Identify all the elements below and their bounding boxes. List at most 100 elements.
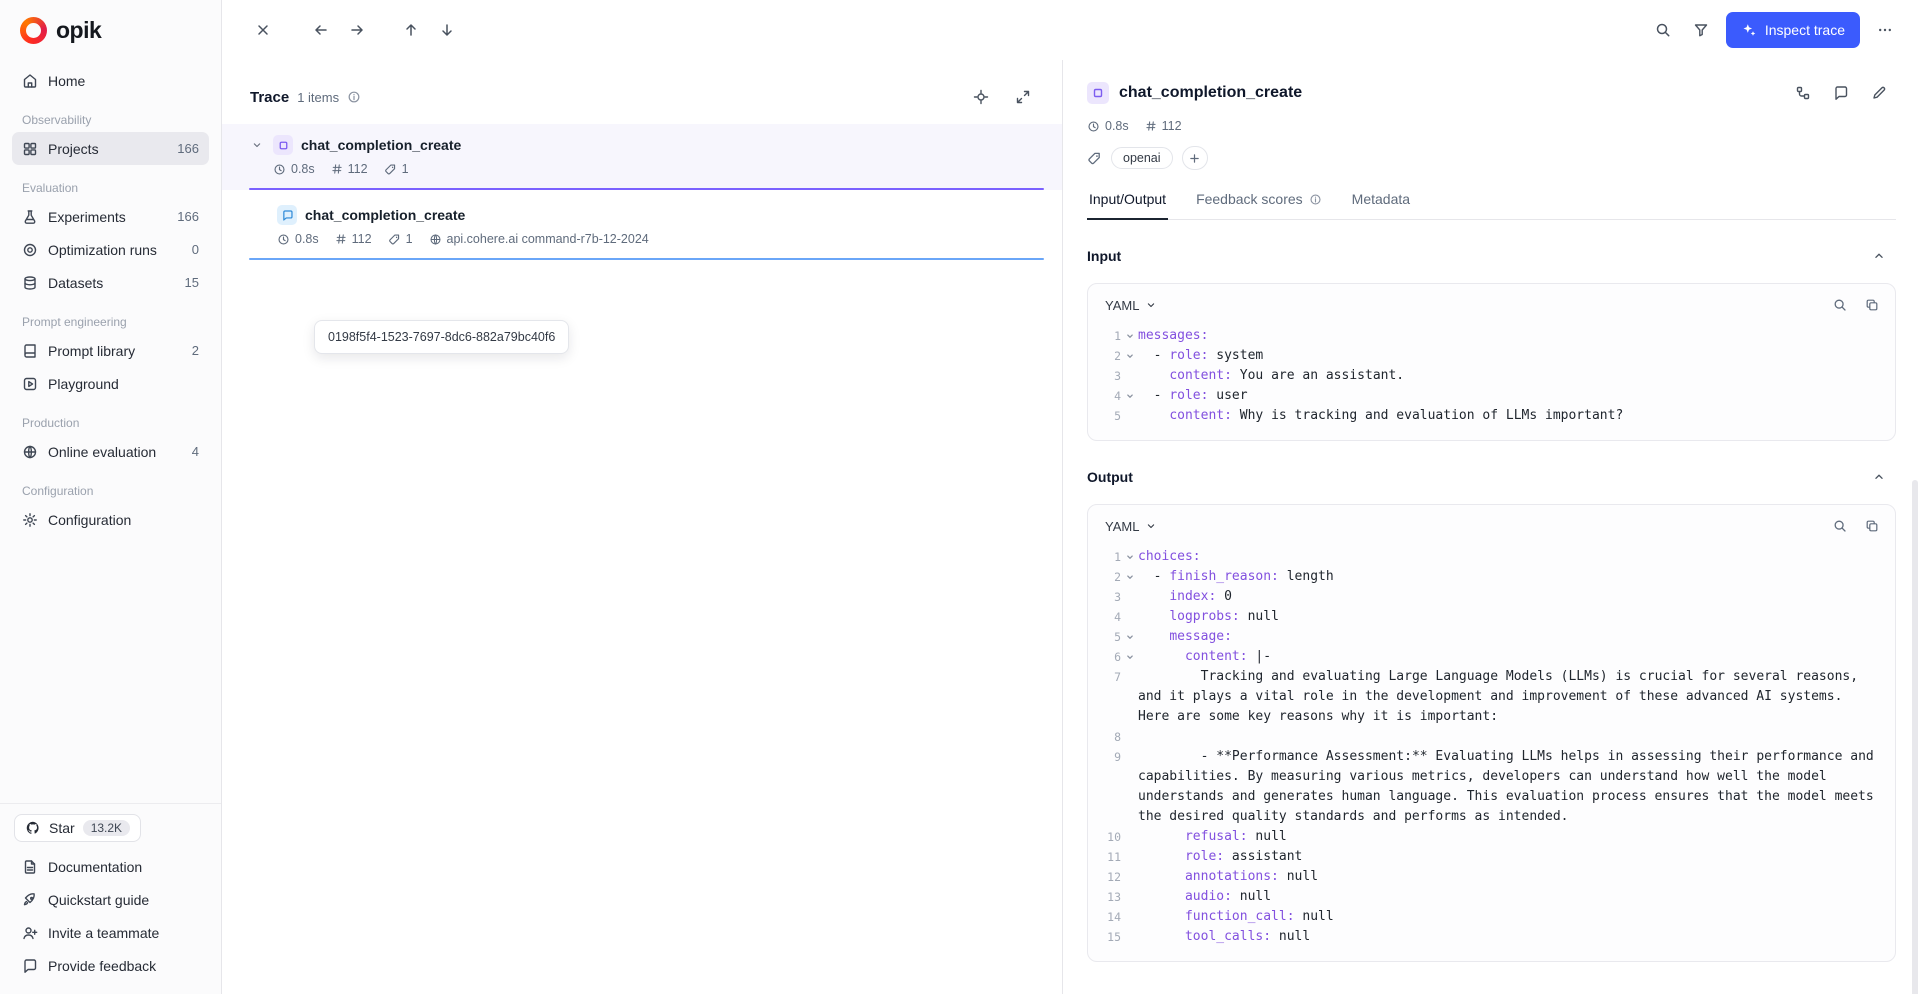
code-text: content: You are an assistant. — [1138, 366, 1881, 386]
sidebar-nav: Home Observability Projects 166 Evaluati… — [0, 60, 221, 803]
line-number: 2 — [1101, 346, 1121, 366]
line-number: 1 — [1101, 326, 1121, 346]
comment-icon — [1833, 85, 1849, 101]
down-button[interactable] — [430, 13, 464, 47]
document-icon — [22, 859, 38, 875]
code-fold-toggle[interactable] — [1121, 547, 1138, 567]
copy-output-button[interactable] — [1857, 511, 1887, 541]
trace-title: Trace — [250, 89, 289, 106]
grid-icon — [22, 141, 38, 157]
code-fold-toggle[interactable] — [1121, 627, 1138, 647]
input-section-title: Input — [1087, 248, 1121, 264]
search-button[interactable] — [1646, 13, 1680, 47]
search-in-output-button[interactable] — [1825, 511, 1855, 541]
code-text: - **Performance Assessment:** Evaluating… — [1138, 747, 1881, 827]
inspect-trace-button[interactable]: Inspect trace — [1726, 12, 1860, 48]
code-fold-toggle[interactable] — [1121, 567, 1138, 587]
collapse-input-button[interactable] — [1862, 239, 1896, 273]
github-star-button[interactable]: Star 13.2K — [14, 814, 141, 842]
expand-all-button[interactable] — [1006, 80, 1040, 114]
input-output-content: Input YAML 1messages: 2 - role: system — [1087, 220, 1896, 994]
code-text: logprobs: null — [1138, 607, 1881, 627]
sidebar-item-documentation[interactable]: Documentation — [12, 850, 209, 883]
more-button[interactable] — [1868, 13, 1902, 47]
chevron-down-icon[interactable] — [249, 137, 265, 153]
sidebar-item-prompt-library[interactable]: Prompt library 2 — [12, 334, 209, 367]
sidebar-item-home[interactable]: Home — [12, 64, 209, 97]
sidebar-item-playground[interactable]: Playground — [12, 367, 209, 400]
item-count: 166 — [177, 141, 199, 156]
flask-icon — [22, 209, 38, 225]
tab-feedback-scores[interactable]: Feedback scores — [1194, 185, 1324, 220]
code-text: role: assistant — [1138, 847, 1881, 867]
pencil-icon — [1871, 85, 1887, 101]
content: Trace 1 items chat_completion_create 0.8… — [222, 60, 1920, 994]
code-text: audio: null — [1138, 887, 1881, 907]
arrow-right-icon — [349, 22, 365, 38]
output-code: 1choices: 2 - finish_reason: length 3 in… — [1088, 543, 1895, 961]
code-text: - finish_reason: length — [1138, 567, 1881, 587]
line-number: 4 — [1101, 607, 1121, 627]
output-format-select[interactable]: YAML — [1096, 513, 1166, 540]
code-fold-toggle[interactable] — [1121, 346, 1138, 366]
scrollbar[interactable] — [1912, 480, 1918, 994]
search-in-input-button[interactable] — [1825, 290, 1855, 320]
line-number: 9 — [1101, 747, 1121, 767]
sidebar-footer: Star 13.2K Documentation Quickstart guid… — [0, 803, 221, 994]
sidebar-item-configuration[interactable]: Configuration — [12, 503, 209, 536]
globe-icon — [429, 233, 442, 246]
section-title-evaluation: Evaluation — [22, 181, 199, 195]
sidebar-item-label: Playground — [48, 376, 119, 392]
tag-icon — [388, 233, 401, 246]
sidebar-item-optimization-runs[interactable]: Optimization runs 0 — [12, 233, 209, 266]
line-number: 15 — [1101, 927, 1121, 947]
view-hierarchy-button[interactable] — [1786, 76, 1820, 110]
focus-selected-button[interactable] — [964, 80, 998, 114]
sidebar-item-quickstart-guide[interactable]: Quickstart guide — [12, 883, 209, 916]
logo-text: opik — [56, 17, 101, 44]
line-number: 2 — [1101, 567, 1121, 587]
filter-button[interactable] — [1684, 13, 1718, 47]
logo[interactable]: opik — [0, 0, 221, 60]
input-format-select[interactable]: YAML — [1096, 292, 1166, 319]
comments-button[interactable] — [1824, 76, 1858, 110]
sidebar-item-online-evaluation[interactable]: Online evaluation 4 — [12, 435, 209, 468]
star-count-badge: 13.2K — [83, 820, 130, 836]
line-number: 1 — [1101, 547, 1121, 567]
code-fold-toggle[interactable] — [1121, 326, 1138, 346]
sidebar-item-label: Datasets — [48, 275, 103, 291]
tab-input-output[interactable]: Input/Output — [1087, 185, 1168, 220]
next-trace-button[interactable] — [340, 13, 374, 47]
play-icon — [22, 376, 38, 392]
sidebar-item-provide-feedback[interactable]: Provide feedback — [12, 949, 209, 982]
tab-metadata[interactable]: Metadata — [1350, 185, 1412, 220]
code-fold-toggle[interactable] — [1121, 386, 1138, 406]
sidebar-item-label: Documentation — [48, 859, 142, 875]
add-tag-button[interactable] — [1182, 146, 1208, 170]
info-icon — [1309, 193, 1322, 206]
trace-duration-bar — [249, 188, 1044, 190]
detail-tabs: Input/Output Feedback scores Metadata — [1087, 185, 1896, 220]
code-fold-toggle[interactable] — [1121, 647, 1138, 667]
sidebar-item-label: Online evaluation — [48, 444, 156, 460]
trace-row[interactable]: chat_completion_create 0.8s 112 1 — [222, 124, 1062, 190]
sidebar-item-experiments[interactable]: Experiments 166 — [12, 200, 209, 233]
sidebar-item-projects[interactable]: Projects 166 — [12, 132, 209, 165]
span-row[interactable]: chat_completion_create 0.8s 112 1 api.co… — [222, 194, 1062, 260]
tag-chip-openai[interactable]: openai — [1111, 147, 1173, 169]
code-text: messages: — [1138, 326, 1881, 346]
trace-tree-panel: Trace 1 items chat_completion_create 0.8… — [222, 60, 1063, 994]
input-code: 1messages: 2 - role: system 3 content: Y… — [1088, 322, 1895, 440]
prev-trace-button[interactable] — [304, 13, 338, 47]
token-count-badge: 112 — [335, 232, 372, 246]
up-button[interactable] — [394, 13, 428, 47]
close-button[interactable] — [246, 13, 280, 47]
annotate-button[interactable] — [1862, 76, 1896, 110]
sidebar-item-datasets[interactable]: Datasets 15 — [12, 266, 209, 299]
section-title-observability: Observability — [22, 113, 199, 127]
sidebar-item-invite-a-teammate[interactable]: Invite a teammate — [12, 916, 209, 949]
copy-input-button[interactable] — [1857, 290, 1887, 320]
collapse-output-button[interactable] — [1862, 460, 1896, 494]
hash-icon — [331, 163, 343, 175]
tag-count-badge: 1 — [384, 162, 409, 176]
